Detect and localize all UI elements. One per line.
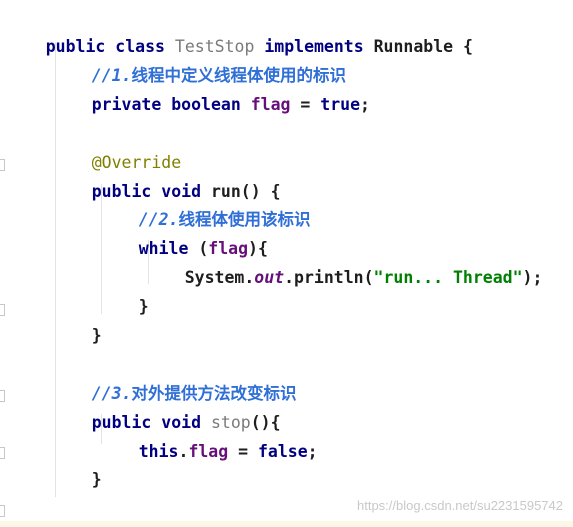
keyword-boolean: boolean — [171, 95, 241, 114]
code-line-println[interactable]: System.out.println("run... Thread"); — [145, 239, 543, 287]
operator-assign: = — [228, 442, 258, 461]
code-line-comment-2[interactable]: //2.线程体使用该标识 — [99, 181, 311, 229]
fold-marker-icon[interactable] — [0, 505, 5, 517]
method-println: .println( — [284, 268, 374, 287]
code-editor[interactable]: public class TestStop implements Runnabl… — [0, 0, 573, 527]
string-literal: "run... Thread" — [373, 268, 523, 287]
keyword-this: this — [138, 442, 179, 461]
code-line-while[interactable]: while (flag){ — [99, 210, 268, 258]
code-line-close-while[interactable]: } — [99, 268, 149, 316]
brace-close: } — [138, 297, 149, 316]
fold-marker-icon[interactable] — [0, 447, 5, 459]
static-field-out: out — [254, 268, 285, 287]
fold-marker-icon[interactable] — [0, 159, 5, 171]
keyword-private: private — [91, 95, 162, 114]
class-system: System. — [184, 268, 255, 287]
fold-marker-icon[interactable] — [0, 304, 5, 316]
brace-close: } — [91, 326, 102, 345]
code-line-comment-1[interactable]: //1.线程中定义线程体使用的标识 — [52, 37, 346, 85]
paren-close: ); — [522, 268, 543, 287]
code-line-close-stop[interactable]: } — [52, 441, 102, 489]
brace-close: } — [91, 470, 102, 489]
fold-marker-icon[interactable] — [0, 390, 5, 402]
code-line-set-flag[interactable]: this.flag = false; — [99, 413, 318, 461]
field-flag: flag — [188, 442, 229, 461]
code-line-close-run[interactable]: } — [52, 297, 102, 345]
code-line-run-method[interactable]: public void run() { — [52, 153, 281, 201]
code-line-flag-field[interactable]: private boolean flag = true; — [52, 66, 370, 114]
field-flag: flag — [250, 95, 291, 114]
watermark-url: https://blog.csdn.net/su2231595742 — [357, 498, 563, 513]
code-line-annotation[interactable]: @Override — [52, 124, 181, 172]
status-strip — [0, 521, 573, 527]
interface-name: Runnable { — [373, 37, 473, 56]
code-line-comment-3[interactable]: //3.对外提供方法改变标识 — [52, 355, 297, 403]
code-line-class-declaration[interactable]: public class TestStop implements Runnabl… — [6, 8, 473, 56]
code-line-stop-method[interactable]: public void stop(){ — [52, 384, 281, 432]
literal-false: false — [258, 442, 308, 461]
semicolon: ; — [360, 95, 370, 114]
semicolon: ; — [307, 442, 318, 461]
literal-true: true — [320, 95, 361, 114]
dot: . — [178, 442, 189, 461]
operator-assign: = — [290, 95, 321, 114]
